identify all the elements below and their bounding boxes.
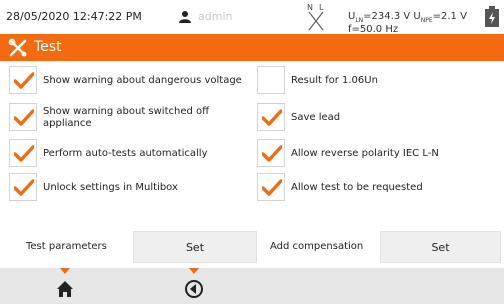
tools-icon xyxy=(8,38,28,58)
add-compensation-label: Add compensation xyxy=(270,241,364,252)
status-bar: 28/05/2020 12:47:22 PM admin N L ULN=234… xyxy=(0,0,504,35)
option-label: Show warning about switched off applianc… xyxy=(43,106,210,129)
option-label: Perform auto-tests automatically xyxy=(43,148,208,159)
option-label: Save lead xyxy=(291,112,341,123)
option-label: Allow reverse polarity IEC L-N xyxy=(291,148,439,159)
user-name: admin xyxy=(198,10,233,23)
plug-n-label: N xyxy=(307,3,313,12)
home-tab-marker xyxy=(60,268,70,274)
checkbox[interactable] xyxy=(9,103,37,131)
home-icon[interactable] xyxy=(56,280,74,298)
bottom-nav-bar xyxy=(0,268,504,304)
checkbox[interactable] xyxy=(9,139,37,167)
u-ln-sub: LN xyxy=(355,17,364,24)
back-icon[interactable] xyxy=(184,279,204,299)
title-bar: Test xyxy=(0,34,504,61)
back-tab-marker xyxy=(189,268,199,274)
u-npe-label: U xyxy=(413,11,421,22)
checkbox[interactable] xyxy=(257,66,285,94)
plug-icon: N L xyxy=(306,2,326,32)
checkbox[interactable] xyxy=(257,173,285,201)
test-parameters-label: Test parameters xyxy=(26,241,107,252)
checkbox[interactable] xyxy=(9,66,37,94)
option-label: Unlock settings in Multibox xyxy=(43,182,178,193)
user-icon xyxy=(178,9,192,23)
option-label: Allow test to be requested xyxy=(291,182,423,193)
datetime: 28/05/2020 12:47:22 PM xyxy=(6,10,142,23)
option-label: Result for 1.06Un xyxy=(291,75,378,86)
plug-l-label: L xyxy=(319,3,324,12)
page-title: Test xyxy=(34,39,62,55)
test-parameters-set-button[interactable]: Set xyxy=(133,231,257,263)
u-ln-value: =234.3 V xyxy=(363,11,411,22)
option-label: Show warning about dangerous voltage xyxy=(43,75,242,86)
battery-icon xyxy=(484,6,500,28)
add-compensation-set-button[interactable]: Set xyxy=(380,231,501,263)
u-npe-value: =2.1 V xyxy=(432,11,467,22)
checkbox[interactable] xyxy=(9,173,37,201)
checkbox[interactable] xyxy=(257,139,285,167)
checkbox[interactable] xyxy=(257,103,285,131)
u-npe-sub: NPE xyxy=(420,17,433,24)
measurement-readout: ULN=234.3 V UNPE=2.1 V f=50.0 Hz xyxy=(348,11,504,35)
